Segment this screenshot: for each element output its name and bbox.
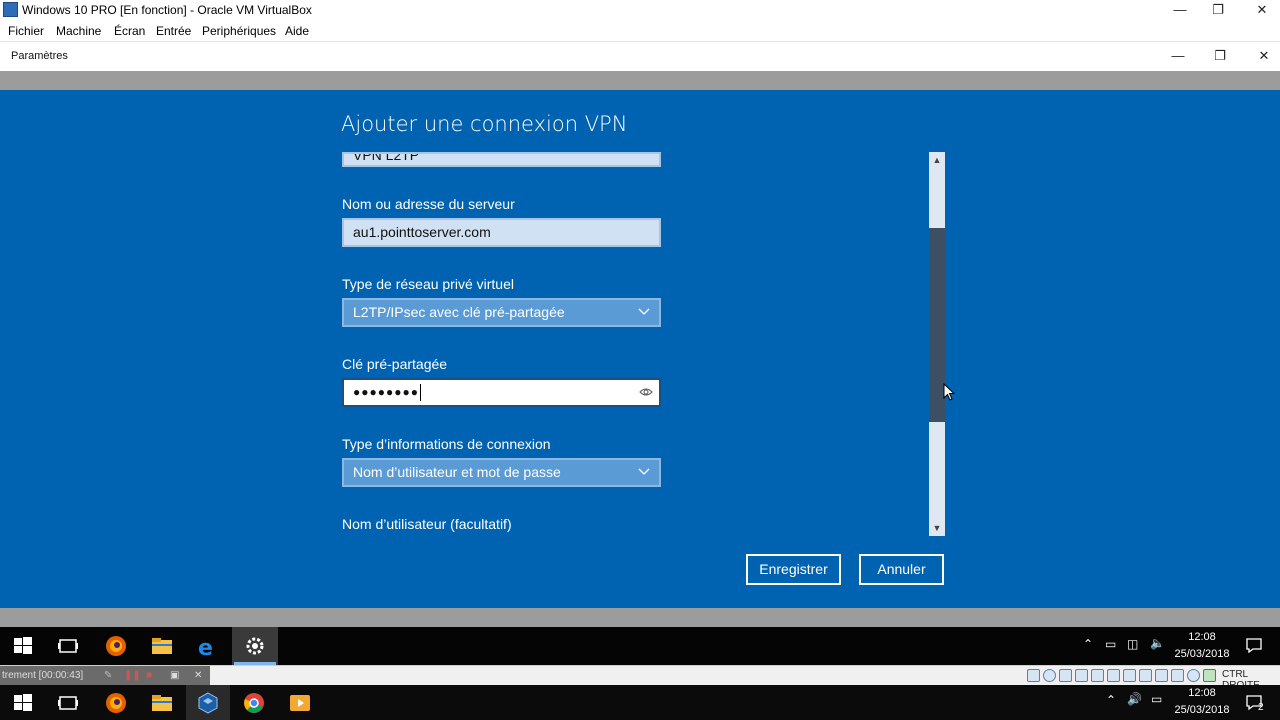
network-icon[interactable]: ◫ xyxy=(1127,637,1138,651)
recording-text: trement [00:00:43] xyxy=(2,670,84,681)
psk-label: Clé pré-partagée xyxy=(342,356,448,372)
vpn-dialog xyxy=(0,90,1280,608)
volume-icon[interactable]: 🔊 xyxy=(1127,692,1142,706)
host-clock-time[interactable]: 12:08 xyxy=(1172,687,1232,699)
camera-icon[interactable]: ▣ xyxy=(170,666,179,686)
media-player-icon[interactable] xyxy=(288,691,312,715)
menu-fichier[interactable]: Fichier xyxy=(8,24,44,38)
close-button[interactable]: ✕ xyxy=(1240,0,1280,20)
battery-icon[interactable]: ▭ xyxy=(1105,637,1116,651)
stop-icon[interactable]: ■ xyxy=(146,666,152,686)
server-value: au1.pointtoserver.com xyxy=(353,224,491,240)
edge-icon[interactable]: e xyxy=(196,634,220,658)
menu-aide[interactable]: Aide xyxy=(285,24,309,38)
vpn-type-value: L2TP/IPsec avec clé pré-partagée xyxy=(353,304,565,320)
svg-text:e: e xyxy=(198,636,213,658)
tray-overflow-chevron-icon[interactable]: ⌃ xyxy=(1106,693,1116,707)
display-icon[interactable] xyxy=(1123,669,1136,682)
vbox-window-title: Windows 10 PRO [En fonction] - Oracle VM… xyxy=(22,3,312,17)
virtualbox-app-icon xyxy=(3,2,18,17)
pause-icon[interactable]: ❚❚ xyxy=(124,666,141,686)
settings-close-button[interactable]: ✕ xyxy=(1242,46,1280,68)
menu-machine[interactable]: Machine xyxy=(56,24,101,38)
psk-input[interactable]: ●●●●●●●● xyxy=(342,378,661,407)
settings-window-title: Paramètres xyxy=(11,50,68,62)
save-button[interactable]: Enregistrer xyxy=(746,554,841,585)
host-clock-date[interactable]: 25/03/2018 xyxy=(1172,704,1232,716)
battery-icon[interactable]: ▭ xyxy=(1151,692,1162,706)
guest-clock-date[interactable]: 25/03/2018 xyxy=(1172,648,1232,660)
overlay-top-strip xyxy=(0,71,1280,90)
virtualization-icon[interactable] xyxy=(1171,669,1184,682)
guest-taskbar: e ⌃ ▭ ◫ 🔈 12:08 25/03/2018 xyxy=(0,627,1280,665)
menu-peripheriques[interactable]: Periphériques xyxy=(202,24,276,38)
host-key-arrow-icon[interactable] xyxy=(1203,669,1216,682)
firefox-icon[interactable] xyxy=(104,634,128,658)
signin-type-value: Nom d’utilisateur et mot de passe xyxy=(353,464,561,480)
text-caret xyxy=(419,384,421,402)
hard-disk-icon[interactable] xyxy=(1027,669,1040,682)
dialog-title: Ajouter une connexion VPN xyxy=(341,112,628,136)
connection-name-value: VPN L2TP xyxy=(353,152,420,163)
file-explorer-icon[interactable] xyxy=(150,691,174,715)
virtualbox-icon[interactable] xyxy=(196,691,220,715)
mouse-integration-icon[interactable] xyxy=(1155,669,1168,682)
username-label: Nom d’utilisateur (facultatif) xyxy=(342,516,512,532)
notification-icon[interactable] xyxy=(1244,635,1264,655)
optical-drive-icon[interactable] xyxy=(1043,669,1056,682)
usb-icon[interactable] xyxy=(1091,669,1104,682)
recording-status: trement [00:00:43] ✎ ❚❚ ■ ▣ ✕ xyxy=(0,666,210,686)
firefox-icon[interactable] xyxy=(104,691,128,715)
vbox-status-bar: trement [00:00:43] ✎ ❚❚ ■ ▣ ✕ CTRL DROIT… xyxy=(0,665,1280,691)
settings-restore-button[interactable]: ❐ xyxy=(1198,46,1242,68)
menu-entree[interactable]: Entrée xyxy=(156,24,191,38)
network-adapter-icon[interactable] xyxy=(1075,669,1088,682)
file-explorer-icon[interactable] xyxy=(150,634,174,658)
windows-start-icon[interactable] xyxy=(11,691,35,715)
chevron-down-icon xyxy=(638,468,650,475)
restore-button[interactable]: ❐ xyxy=(1196,0,1240,20)
reveal-password-eye-icon[interactable] xyxy=(639,385,653,399)
signin-type-select[interactable]: Nom d’utilisateur et mot de passe xyxy=(342,458,661,487)
chevron-down-icon xyxy=(638,308,650,315)
settings-title-bar: Paramètres — ❐ ✕ xyxy=(0,41,1280,71)
volume-muted-icon[interactable]: 🔈 xyxy=(1150,636,1165,650)
mouse-cursor-icon xyxy=(943,383,955,401)
shared-folders-icon[interactable] xyxy=(1107,669,1120,682)
psk-value: ●●●●●●●● xyxy=(353,385,419,399)
vpn-type-select[interactable]: L2TP/IPsec avec clé pré-partagée xyxy=(342,298,661,327)
host-taskbar: ⌃ 🔊 ▭ 12:08 25/03/2018 2 xyxy=(0,685,1280,720)
signin-type-label: Type d’informations de connexion xyxy=(342,436,551,452)
task-view-icon[interactable] xyxy=(56,691,80,715)
close-recording-icon[interactable]: ✕ xyxy=(194,666,202,686)
windows-start-icon[interactable] xyxy=(11,634,35,658)
audio-icon[interactable] xyxy=(1059,669,1072,682)
scroll-up-arrow-icon[interactable]: ▲ xyxy=(929,153,945,167)
cpu-icon[interactable] xyxy=(1187,669,1200,682)
settings-minimize-button[interactable]: — xyxy=(1156,46,1200,68)
video-capture-icon[interactable] xyxy=(1139,669,1152,682)
tray-overflow-chevron-icon[interactable]: ⌃ xyxy=(1083,637,1093,651)
server-label: Nom ou adresse du serveur xyxy=(342,196,515,212)
chrome-icon[interactable] xyxy=(242,691,266,715)
task-view-icon[interactable] xyxy=(56,634,80,658)
pencil-icon[interactable]: ✎ xyxy=(104,666,112,686)
overlay-bottom-strip xyxy=(0,608,1280,627)
scroll-down-arrow-icon[interactable]: ▼ xyxy=(929,521,945,535)
menu-ecran[interactable]: Écran xyxy=(114,24,145,38)
notification-count-badge: 2 xyxy=(1258,702,1264,713)
server-input[interactable]: au1.pointtoserver.com xyxy=(342,218,661,247)
settings-gear-icon[interactable] xyxy=(243,634,267,658)
vbox-title-bar: Windows 10 PRO [En fonction] - Oracle VM… xyxy=(0,0,1280,20)
vpn-type-label: Type de réseau privé virtuel xyxy=(342,276,514,292)
guest-clock-time[interactable]: 12:08 xyxy=(1172,631,1232,643)
connection-name-field[interactable]: VPN L2TP xyxy=(342,152,661,167)
cancel-button[interactable]: Annuler xyxy=(859,554,944,585)
vbox-menu-bar: Fichier Machine Écran Entrée Periphériqu… xyxy=(0,20,1280,41)
